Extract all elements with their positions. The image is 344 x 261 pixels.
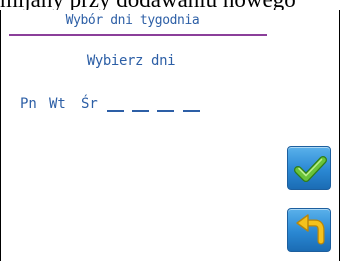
screen-title: Wybór dni tygodnia	[65, 13, 200, 28]
device-screen: Wybór dni tygodnia Wybierz dni Pn Wt Śr	[0, 10, 340, 261]
weekday-slot-empty[interactable]	[132, 110, 149, 112]
weekday-tuesday[interactable]: Wt	[49, 95, 66, 113]
confirm-button[interactable]	[287, 146, 331, 190]
back-button[interactable]	[287, 208, 331, 252]
check-icon	[294, 156, 327, 182]
weekday-wednesday[interactable]: Śr	[81, 95, 98, 113]
back-arrow-icon	[296, 214, 325, 245]
title-divider	[9, 34, 267, 36]
weekday-slot-empty[interactable]	[107, 110, 124, 112]
weekday-slot-empty[interactable]	[183, 110, 200, 112]
select-days-prompt: Wybierz dni	[86, 53, 176, 69]
weekday-slot-empty[interactable]	[157, 110, 174, 112]
weekday-monday[interactable]: Pn	[20, 95, 37, 113]
